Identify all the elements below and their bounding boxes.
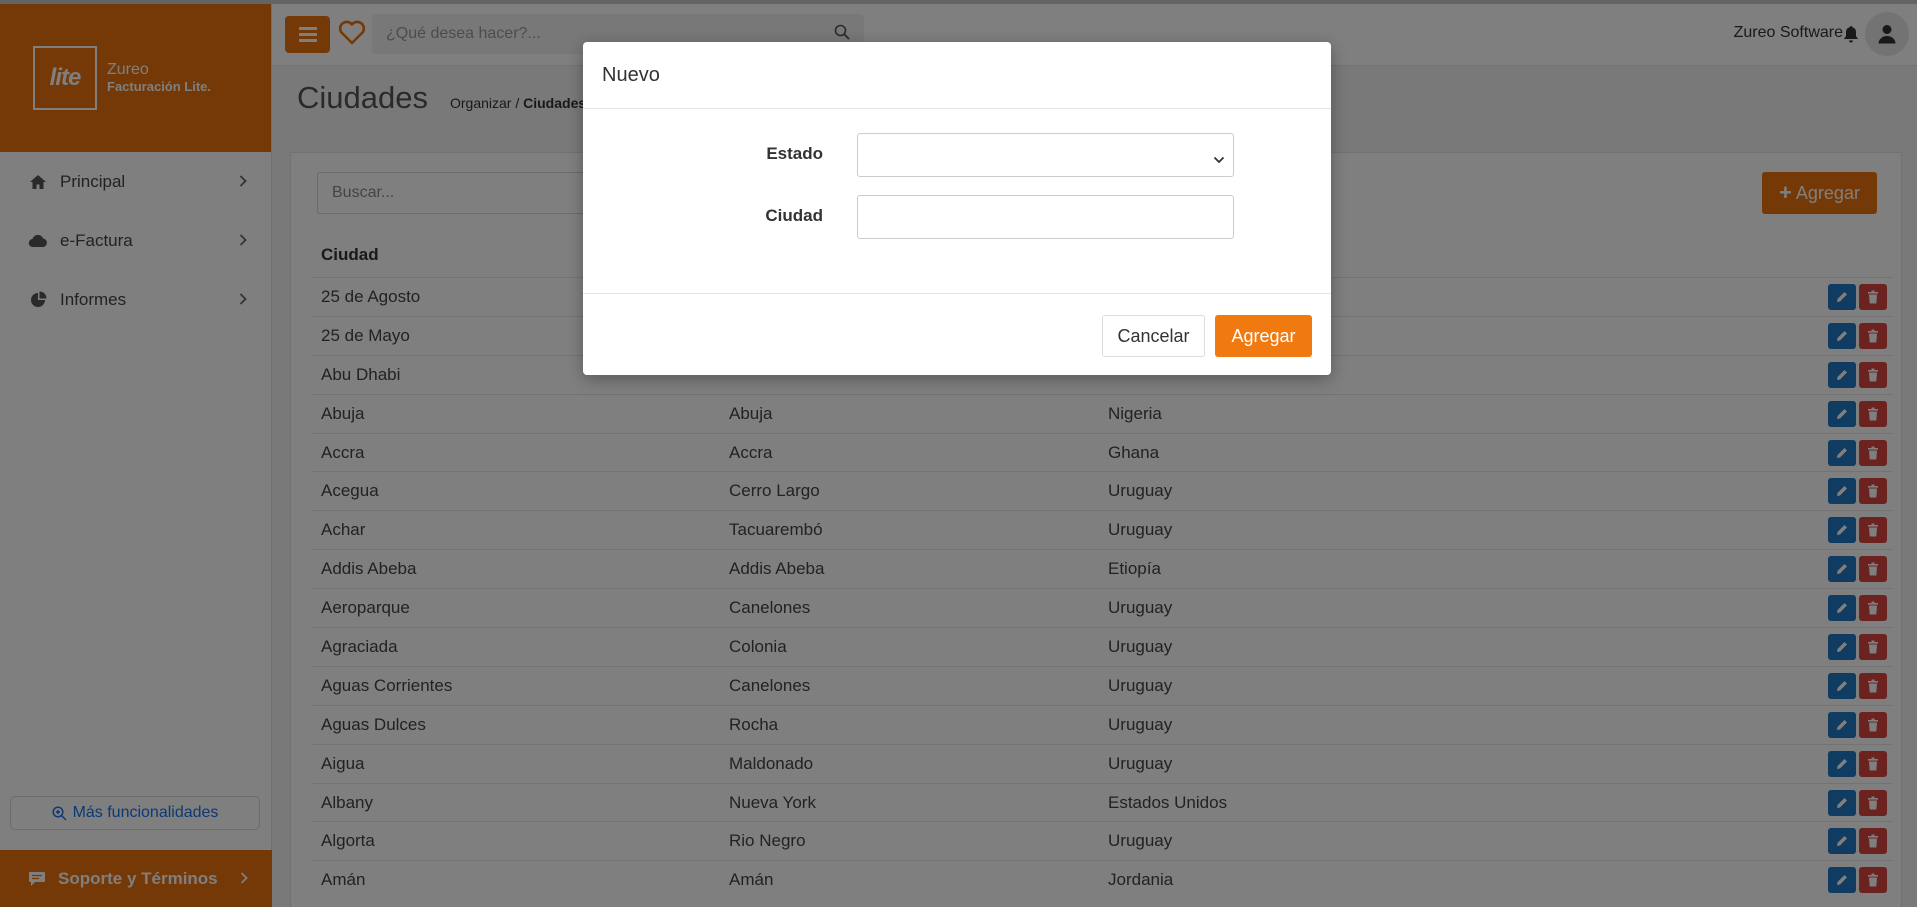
new-city-dialog: Nuevo Estado Ciudad Cancelar Agregar: [583, 42, 1331, 375]
dialog-footer: Cancelar Agregar: [583, 293, 1331, 375]
confirm-add-button[interactable]: Agregar: [1215, 315, 1312, 357]
estado-form-row: Estado: [583, 133, 1331, 177]
chevron-down-icon: [1213, 149, 1225, 169]
ciudad-input[interactable]: [857, 195, 1234, 239]
estado-label: Estado: [766, 144, 823, 163]
ciudad-form-row: Ciudad: [583, 195, 1331, 239]
cancel-button[interactable]: Cancelar: [1102, 315, 1205, 357]
dialog-title: Nuevo: [583, 42, 1331, 109]
ciudad-label: Ciudad: [765, 206, 823, 225]
estado-select[interactable]: [857, 133, 1234, 177]
